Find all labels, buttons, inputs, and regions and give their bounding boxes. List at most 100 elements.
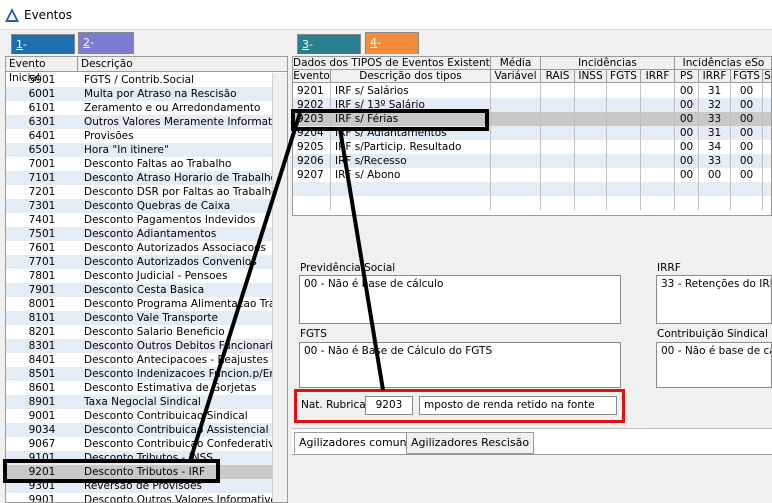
event-list-row[interactable]: 8601 Desconto Estimativa de Gorjetas — [6, 381, 272, 395]
event-list[interactable]: Evento Inicial Descrição 5901 FGTS / Cont… — [5, 56, 288, 503]
column-header-fgts-esocial[interactable]: FGTS — [731, 70, 763, 83]
title-bar: Eventos — [0, 0, 772, 30]
highlight-box-nat-rubrica — [294, 389, 625, 423]
event-type-row[interactable]: 9207 IRF s/ Abono 00 00 00 — [293, 168, 771, 182]
event-list-row[interactable]: 7901 Desconto Cesta Basica — [6, 283, 272, 297]
tab-agilizadores-rescisao[interactable]: Agilizadores Rescisão — [406, 432, 535, 454]
event-type-row[interactable] — [293, 196, 771, 210]
event-type-row[interactable] — [293, 182, 771, 196]
event-description: Desconto Contribuicao Assistencial — [84, 424, 269, 436]
grid-cell: 34 — [699, 140, 731, 154]
tab-descricao-right[interactable]: 3-Descrição — [297, 34, 361, 70]
event-list-row[interactable]: 7501 Desconto Adiantamentos — [6, 227, 272, 241]
event-list-row[interactable]: 9001 Desconto Contribuicao Sindical — [6, 409, 272, 423]
event-list-row[interactable]: 5901 FGTS / Contrib.Social — [6, 73, 272, 87]
grid-cell: 00 — [731, 112, 763, 126]
tab-codigo-right[interactable]: 4-Código — [365, 32, 419, 68]
column-header-irrf[interactable]: IRRF — [641, 70, 675, 83]
event-list-row[interactable]: 7701 Desconto Autorizados Convenios — [6, 255, 272, 269]
event-code: 7201 — [28, 186, 56, 198]
event-description: Provisões — [84, 130, 134, 142]
event-list-row[interactable]: 7801 Desconto Judicial - Pensoes — [6, 269, 272, 283]
event-list-row[interactable]: 6001 Multa por Atraso na Rescisão — [6, 87, 272, 101]
tab-shortcut-digit: 3 — [302, 38, 309, 51]
window-title: Eventos — [24, 8, 72, 22]
grid-cell — [491, 154, 541, 168]
event-type-row[interactable]: 9206 IRF s/Recesso 00 33 00 — [293, 154, 771, 168]
event-type-row[interactable]: 9205 IRF s/Particip. Resultado 00 34 00 — [293, 140, 771, 154]
event-code: 6001 — [28, 88, 56, 100]
column-header-s[interactable]: S — [763, 70, 771, 83]
event-type-row[interactable]: 9201 IRF s/ Salários 00 31 00 — [293, 84, 771, 98]
event-list-row[interactable]: 8001 Desconto Programa Alimentacao Trab. — [6, 297, 272, 311]
previdencia-field[interactable]: 00 - Não é base de cálculo — [299, 275, 621, 324]
grid-cell: 00 — [675, 168, 699, 182]
highlight-box-9201 — [3, 459, 220, 483]
column-header-evento-inicial[interactable]: Evento Inicial — [6, 57, 78, 84]
tab-agilizadores-comuns[interactable]: Agilizadores comuns — [294, 432, 418, 454]
event-list-row[interactable]: 6101 Zeramento e ou Arredondamento — [6, 101, 272, 115]
grid-cell — [731, 196, 763, 210]
event-list-row[interactable]: 8901 Taxa Negocial Sindical — [6, 395, 272, 409]
event-list-row[interactable]: 6401 Provisões — [6, 129, 272, 143]
tab-codigo-left[interactable]: 2-Código — [78, 32, 134, 68]
grid-cell: 00 — [731, 98, 763, 112]
column-header-irrf-esocial[interactable]: IRRF — [699, 70, 731, 83]
event-list-row[interactable]: 8501 Desconto Indenizacoes Funcion.p/Emp — [6, 367, 272, 381]
event-list-row[interactable]: 8401 Desconto Antecipacoes - Reajustes — [6, 353, 272, 367]
grid-cell — [641, 112, 675, 126]
event-list-row[interactable]: 8201 Desconto Salario Beneficio — [6, 325, 272, 339]
grid-cell — [641, 126, 675, 140]
tab-descricao-left[interactable]: 1-Descrição — [11, 34, 75, 70]
event-list-row[interactable]: 6301 Outros Valores Meramente Informativo… — [6, 115, 272, 129]
column-header-descricao[interactable]: Descrição — [78, 57, 287, 72]
event-list-row[interactable]: 8301 Desconto Outros Debitos Funcionarios — [6, 339, 272, 353]
event-description: Desconto Outros Valores Informativos — [84, 494, 272, 503]
event-list-row[interactable]: 8101 Desconto Vale Transporte — [6, 311, 272, 325]
event-description: Taxa Negocial Sindical — [84, 396, 201, 408]
event-list-rows: 5901 FGTS / Contrib.Social 6001 Multa por A… — [6, 73, 272, 503]
grid-cell: 00 — [675, 84, 699, 98]
event-code: 8001 — [28, 298, 56, 310]
column-header-descricao-tipos[interactable]: Descrição dos tipos — [331, 70, 491, 83]
event-description: Desconto Antecipacoes - Reajustes — [84, 354, 269, 366]
event-list-row[interactable]: 7101 Desconto Atraso Horario de Trabalho — [6, 171, 272, 185]
event-list-row[interactable]: 7301 Desconto Quebras de Caixa — [6, 199, 272, 213]
column-header-evento[interactable]: Evento — [293, 70, 331, 83]
grid-cell: 00 — [731, 140, 763, 154]
event-list-row[interactable]: 7401 Desconto Pagamentos Indevidos — [6, 213, 272, 227]
grid-cell — [575, 182, 607, 196]
column-header-rais[interactable]: RAIS — [541, 70, 575, 83]
event-types-grid[interactable]: Dados dos TIPOS de Eventos Existentes Mé… — [292, 56, 772, 216]
event-list-row[interactable]: 7601 Desconto Autorizados Associacoes — [6, 241, 272, 255]
event-list-row[interactable]: 6501 Hora "In itinere" — [6, 143, 272, 157]
event-list-scrollbar[interactable] — [272, 73, 287, 502]
event-code: 9034 — [28, 424, 56, 436]
grid-cell — [641, 182, 675, 196]
fgts-field[interactable]: 00 - Não é Base de Cálculo do FGTS — [299, 342, 621, 388]
grid-cell — [607, 84, 641, 98]
event-list-row[interactable]: 7201 Desconto DSR por Faltas ao Trabalho — [6, 185, 272, 199]
column-header-fgts[interactable]: FGTS — [607, 70, 641, 83]
column-header-variavel[interactable]: Variável — [491, 70, 541, 83]
event-list-row[interactable]: 9034 Desconto Contribuicao Assistencial — [6, 423, 272, 437]
event-description: Desconto DSR por Faltas ao Trabalho — [84, 186, 272, 198]
fgts-label: FGTS — [300, 328, 327, 340]
event-list-row[interactable]: 9901 Desconto Outros Valores Informativos — [6, 493, 272, 503]
event-code: 7901 — [28, 284, 56, 296]
event-list-header: Evento Inicial Descrição — [6, 57, 287, 84]
column-header-ps[interactable]: PS — [675, 70, 699, 83]
event-code: 7001 — [28, 158, 56, 170]
tab-shortcut-digit: 4 — [370, 36, 377, 49]
event-code: 7301 — [28, 200, 56, 212]
highlight-box-9203 — [291, 109, 489, 131]
grid-cell — [675, 196, 699, 210]
event-list-row[interactable]: 9067 Desconto Contribuicao Confederativa — [6, 437, 272, 451]
column-header-inss[interactable]: INSS — [575, 70, 607, 83]
sindical-field[interactable]: 00 - Não é base de cálc — [656, 342, 772, 388]
event-list-row[interactable]: 7001 Desconto Faltas ao Trabalho — [6, 157, 272, 171]
event-code: 8901 — [28, 396, 56, 408]
irrf-field[interactable]: 33 - Retenções do IRRF — [656, 275, 772, 324]
event-code: 7801 — [28, 270, 56, 282]
event-description: Desconto Salario Beneficio — [84, 326, 225, 338]
